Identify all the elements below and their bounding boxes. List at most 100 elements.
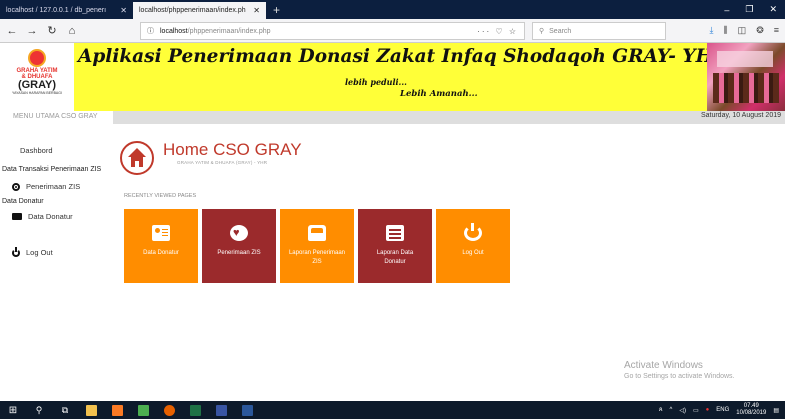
visio-icon [215, 404, 227, 416]
language-indicator[interactable]: ENG [716, 407, 729, 413]
toolbar-icons: ⤓ ⫼ ◫ ❂ ≡ [710, 25, 779, 36]
sidebar-section-transaksi: Data Transaksi Penerimaan ZIS [2, 166, 102, 173]
people-icon[interactable]: ጸ [659, 407, 663, 414]
url-bar[interactable]: ⓘ localhost/phppenerimaan/index.php ··· … [140, 22, 525, 40]
tile-laporan-data-donatur[interactable]: Laporan Data Donatur [358, 209, 432, 283]
power-icon [12, 246, 20, 257]
tile-penerimaan-zis[interactable]: Penerimaan ZIS [202, 209, 276, 283]
tile-label: Data Donatur [143, 250, 179, 256]
tile-laporan-penerimaan-zis[interactable]: Laporan Penerimaan ZIS [280, 209, 354, 283]
download-icon[interactable]: ⤓ [710, 25, 714, 36]
browser-tab-bar: localhost / 127.0.0.1 / db_penerı ✕ loca… [0, 0, 785, 19]
tile-label: Laporan Penerimaan ZIS [288, 250, 346, 265]
volume-icon[interactable]: ◁) [679, 407, 686, 414]
taskbar-clock[interactable]: 07.49 10/08/2019 [736, 403, 766, 417]
tile-label: Penerimaan ZIS [217, 250, 261, 256]
notifications-icon[interactable]: ▤ [773, 407, 779, 414]
forward-arrow-icon[interactable]: → [26, 25, 38, 37]
tile-label: Laporan Data Donatur [376, 250, 414, 265]
tab-penerimaan[interactable]: localhost/phppenerimaan/index.ph ✕ [133, 2, 266, 19]
library-icon[interactable]: ⫼ [724, 25, 728, 36]
search-icon: ⚲ [539, 28, 545, 35]
maximize-icon[interactable]: ❐ [745, 4, 753, 15]
tab-phpmyadmin[interactable]: localhost / 127.0.0.1 / db_penerı ✕ [0, 2, 133, 19]
reload-icon[interactable]: ↻ [46, 24, 58, 37]
taskbar-app-editor[interactable] [130, 401, 156, 419]
watermark-line2: Go to Settings to activate Windows. [624, 373, 735, 380]
taskbar-app-firefox[interactable] [156, 401, 182, 419]
folder-icon [85, 404, 97, 416]
id-card-icon [152, 225, 170, 241]
tab-label: localhost/phppenerimaan/index.ph [139, 7, 246, 14]
taskbar-search-button[interactable]: ⚲ [26, 401, 52, 419]
page-title: Home CSO GRAY [163, 140, 302, 159]
inbox-icon [308, 225, 326, 241]
sidebar-item-dashboard[interactable]: Dashbord [20, 146, 53, 155]
target-icon [12, 182, 20, 191]
word-icon [241, 404, 253, 416]
windows-taskbar: ⊞ ⚲ ⧉ ጸ ^ ◁) ▭ ● ENG 07.49 10/08/2019 ▤ [0, 401, 785, 419]
menu-icon[interactable]: ≡ [774, 25, 779, 36]
tile-label: Log Out [462, 250, 484, 256]
window-controls: – ❐ ✕ [716, 0, 785, 19]
close-window-icon[interactable]: ✕ [769, 4, 777, 15]
tagline-2: Lebih Amanah... [400, 89, 478, 99]
info-bar: Saturday, 10 August 2019 [0, 111, 785, 124]
browser-nav-bar: ← → ↻ ⌂ ⓘ localhost/phppenerimaan/index.… [0, 19, 785, 43]
xampp-icon [111, 404, 123, 416]
battery-icon[interactable]: ▭ [693, 407, 699, 414]
banner-photo [707, 43, 785, 111]
taskbar-app-visio[interactable] [208, 401, 234, 419]
logo-emblem-icon [28, 49, 46, 67]
sidebar-item-label: Dashbord [20, 146, 53, 155]
logo-text-line3: YAYASAN HARAPAN BERBAGI [12, 91, 62, 95]
url-path: /phppenerimaan/index.php [187, 27, 271, 35]
home-icon [120, 141, 154, 175]
sidebar-item-data-donatur[interactable]: Data Donatur [12, 212, 73, 221]
taskbar-app-excel[interactable] [182, 401, 208, 419]
excel-icon [189, 404, 201, 416]
close-tab-icon[interactable]: ✕ [120, 6, 127, 15]
taskbar-app-word[interactable] [234, 401, 260, 419]
system-tray: ጸ ^ ◁) ▭ ● ENG 07.49 10/08/2019 ▤ [659, 403, 785, 417]
start-button[interactable]: ⊞ [0, 401, 26, 419]
sidebar-item-logout[interactable]: Log Out [12, 246, 53, 257]
search-placeholder: Search [549, 27, 572, 35]
minimize-icon[interactable]: – [724, 5, 729, 15]
current-date: Saturday, 10 August 2019 [700, 112, 781, 119]
sidebar-section-donatur: Data Donatur [2, 198, 44, 205]
info-icon[interactable]: ⓘ [147, 26, 154, 36]
watermark-line1: Activate Windows [624, 360, 703, 371]
windows-logo-icon: ⊞ [8, 404, 18, 416]
tile-data-donatur[interactable]: Data Donatur [124, 209, 198, 283]
taskbar-app-explorer[interactable] [78, 401, 104, 419]
close-tab-icon[interactable]: ✕ [253, 6, 260, 15]
task-view-button[interactable]: ⧉ [52, 401, 78, 419]
task-view-icon: ⧉ [61, 404, 69, 415]
search-input[interactable]: ⚲ Search [532, 22, 666, 40]
back-arrow-icon[interactable]: ← [6, 25, 18, 37]
network-icon[interactable]: ● [706, 407, 710, 413]
power-icon [464, 223, 482, 241]
extension-icon[interactable]: ❂ [756, 25, 764, 36]
tab-label: localhost / 127.0.0.1 / db_penerı [6, 7, 107, 14]
app-title: Aplikasi Penerimaan Donasi Zakat Infaq S… [78, 46, 729, 67]
list-icon [386, 225, 404, 241]
heart-icon [230, 225, 248, 241]
taskbar-app-xampp[interactable] [104, 401, 130, 419]
tile-log-out[interactable]: Log Out [436, 209, 510, 283]
page-subtitle: GRAHA YATIM & DHUAFA (GRAY) - YHR [177, 160, 268, 165]
sidebar-item-label: Data Donatur [28, 212, 73, 221]
tagline-1: lebih peduli... [345, 77, 407, 87]
sidebar-icon[interactable]: ◫ [738, 25, 747, 36]
clock-date: 10/08/2019 [736, 410, 767, 416]
recent-pages-label: RECENTLY VIEWED PAGES [124, 193, 197, 199]
gray-logo: GRAHA YATIM & DHUAFA (GRAY) YAYASAN HARA… [0, 43, 74, 111]
sidebar-item-penerimaan-zis[interactable]: Penerimaan ZIS [12, 182, 80, 191]
firefox-icon [163, 404, 175, 416]
sidebar-item-label: Penerimaan ZIS [26, 182, 81, 191]
tray-overflow-icon[interactable]: ^ [670, 407, 673, 413]
home-icon[interactable]: ⌂ [66, 25, 78, 37]
new-tab-button[interactable]: + [266, 2, 287, 19]
page-actions-icon[interactable]: ··· ♡ ☆ [477, 27, 518, 36]
